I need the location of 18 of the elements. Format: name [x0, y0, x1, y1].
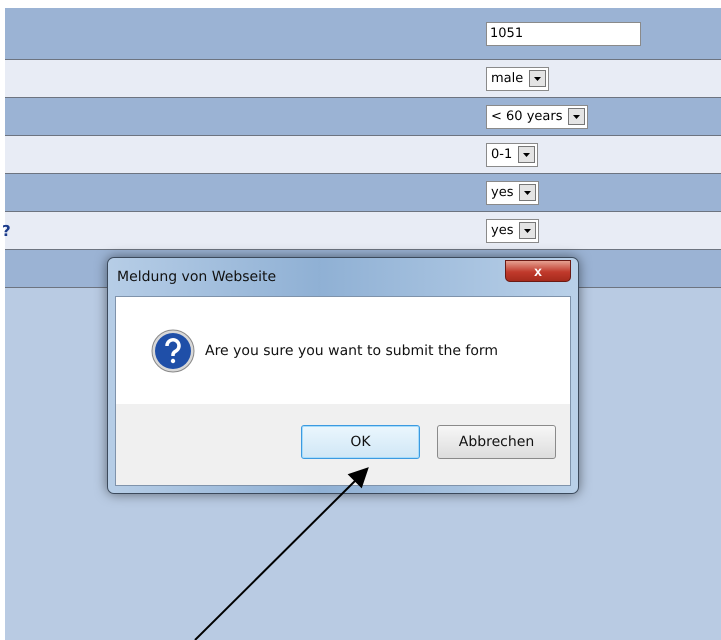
caret-icon [518, 146, 536, 163]
dropdown[interactable]: yes [486, 218, 540, 242]
close-button[interactable]: x [505, 260, 571, 282]
dialog-message: Are you sure you want to submit the form [205, 342, 498, 358]
ok-button[interactable]: OK [301, 424, 420, 458]
dialog-title: Meldung von Webseite [117, 269, 276, 285]
number-input[interactable]: 1051 [486, 22, 641, 46]
dropdown[interactable]: 0-1 [486, 142, 538, 166]
caret-icon [529, 70, 546, 87]
caret-icon [519, 222, 536, 239]
question-icon [151, 328, 195, 372]
cancel-button[interactable]: Abbrechen [437, 424, 556, 458]
dropdown[interactable]: < 60 years [486, 104, 588, 128]
caret-icon [568, 108, 586, 125]
dropdown[interactable]: yes [486, 180, 540, 204]
caret-icon [519, 184, 536, 201]
row-label: ? [2, 222, 11, 240]
dropdown[interactable]: male [486, 66, 550, 90]
